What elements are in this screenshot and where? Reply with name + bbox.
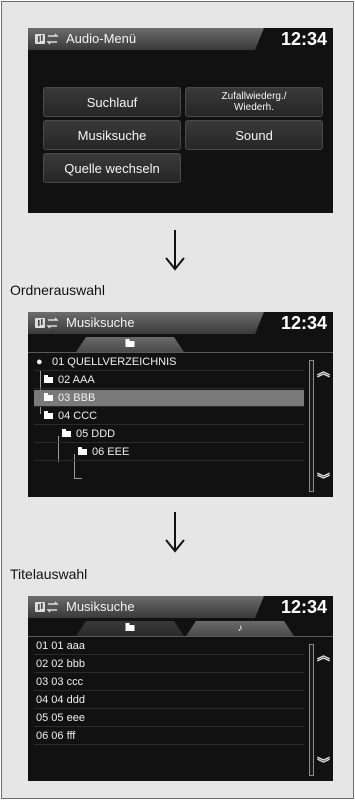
folder-row[interactable]: 06 EEE (34, 444, 304, 461)
music-search-button[interactable]: Musiksuche (43, 120, 181, 150)
title-bar: Musiksuche 12:34 (28, 596, 333, 618)
scrollbar[interactable] (309, 644, 314, 776)
clock-tab: 12:34 (255, 28, 333, 50)
screen-title: Musiksuche (66, 315, 135, 330)
audio-source-icon[interactable] (34, 32, 60, 46)
folder-label: 05 DDD (76, 428, 116, 440)
tab-folders[interactable] (76, 337, 184, 352)
folder-icon (62, 426, 71, 442)
tab-strip (28, 334, 333, 353)
track-select-screen: Musiksuche 12:34 ♪ 01 01 aaa 02 02 bbb 0… (28, 596, 333, 781)
title-bar: Audio-Menü 12:34 (28, 28, 333, 50)
arrow-down-icon (165, 230, 185, 271)
folder-row[interactable]: 02 AAA (34, 372, 304, 389)
folder-label: 06 EEE (92, 446, 130, 458)
folder-label: 01 QUELLVERZEICHNIS (52, 356, 177, 368)
folder-icon (44, 390, 53, 406)
track-label: 03 03 ccc (36, 676, 84, 688)
folder-row[interactable]: 05 DDD (34, 426, 304, 443)
tab-folders[interactable] (76, 621, 184, 636)
scroll-down-icon[interactable]: ︾ (317, 757, 330, 770)
track-label: 04 04 ddd (36, 694, 85, 706)
clock: 12:34 (280, 597, 327, 617)
track-label: 01 01 aaa (36, 640, 85, 652)
track-row[interactable]: 02 02 bbb (34, 656, 304, 673)
scrollbar[interactable] (309, 360, 314, 492)
scroll-up-icon[interactable]: ︽ (317, 649, 330, 662)
track-label: 05 05 eee (36, 712, 85, 724)
root-folder-icon: ● (36, 356, 43, 368)
tab-tracks[interactable]: ♪ (186, 621, 294, 636)
folder-icon (78, 444, 87, 460)
music-note-icon: ♪ (237, 623, 243, 634)
folder-row-selected[interactable]: 03 BBB (34, 390, 304, 407)
sound-button[interactable]: Sound (185, 120, 323, 150)
manual-figure-frame: Audio-Menü 12:34 Suchlauf Zufallwiederg.… (1, 1, 354, 799)
title-bar: Musiksuche 12:34 (28, 312, 333, 334)
folder-icon (126, 623, 135, 634)
track-row[interactable]: 06 06 fff (34, 728, 304, 745)
audio-menu-screen: Audio-Menü 12:34 Suchlauf Zufallwiederg.… (28, 28, 333, 213)
clock: 12:34 (280, 313, 327, 333)
search-button[interactable]: Suchlauf (43, 87, 181, 117)
folder-icon (44, 372, 53, 388)
folder-label: 02 AAA (58, 374, 95, 386)
folder-row[interactable]: ● 01 QUELLVERZEICHNIS (34, 354, 304, 371)
section-label-folder-select: Ordnerauswahl (10, 282, 105, 298)
track-label: 02 02 bbb (36, 658, 85, 670)
folder-row[interactable]: 04 CCC (34, 408, 304, 425)
audio-source-icon[interactable] (34, 316, 60, 330)
screen-title: Audio-Menü (66, 31, 137, 46)
folder-select-screen: Musiksuche 12:34 ● 01 QUELLVERZEICHNIS 0… (28, 312, 333, 497)
track-row[interactable]: 04 04 ddd (34, 692, 304, 709)
folder-icon (44, 408, 53, 424)
tab-strip: ♪ (28, 618, 333, 637)
clock-tab: 12:34 (255, 596, 333, 618)
clock-tab: 12:34 (255, 312, 333, 334)
scroll-up-icon[interactable]: ︽ (317, 365, 330, 378)
folder-label: 04 CCC (58, 410, 98, 422)
change-source-button[interactable]: Quelle wechseln (43, 153, 181, 183)
arrow-down-icon (165, 512, 185, 553)
track-label: 06 06 fff (36, 730, 76, 742)
track-row[interactable]: 01 01 aaa (34, 638, 304, 655)
clock: 12:34 (280, 29, 327, 49)
track-row[interactable]: 03 03 ccc (34, 674, 304, 691)
shuffle-repeat-button[interactable]: Zufallwiederg./ Wiederh. (185, 87, 323, 117)
section-label-track-select: Titelauswahl (10, 566, 88, 582)
audio-source-icon[interactable] (34, 600, 60, 614)
track-row[interactable]: 05 05 eee (34, 710, 304, 727)
screen-title: Musiksuche (66, 599, 135, 614)
folder-icon (126, 339, 135, 350)
folder-label: 03 BBB (58, 392, 96, 404)
scroll-down-icon[interactable]: ︾ (317, 473, 330, 486)
